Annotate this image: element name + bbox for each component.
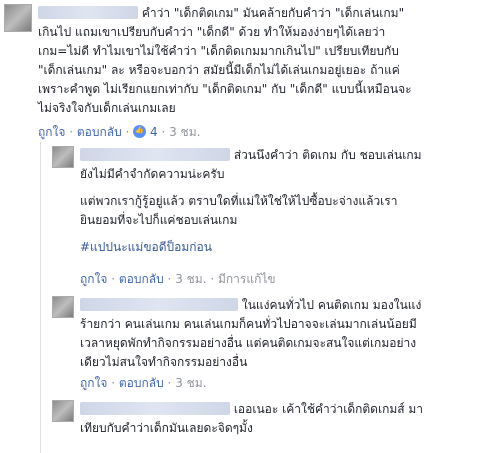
comment-line: เวลาหยุดพักทำกิจกรรมอย่างอื่น แต่คนติดเก… (80, 336, 417, 350)
thread-line (40, 142, 41, 453)
comment-line: เพราะคำพูด ไม่เรียกแยกเท่ากับ "เด็กติดเก… (38, 82, 412, 96)
comment-line: เกม=ไม่ดี ทำไมเขาไม่ใช้คำว่า "เด็กติดเกม… (38, 44, 399, 58)
comment-line: ยินยอมที่จะไปก็แค่ชอบเล่นเกม (80, 213, 238, 227)
reply-actions: ถูกใจ · ตอบกลับ · 3 ชม. (80, 376, 207, 390)
like-count[interactable]: 4 (150, 125, 158, 139)
like-button[interactable]: ถูกใจ (38, 125, 65, 139)
reply-1: ส่วนนึงคำว่า ติดเกม กับ ชอบเล่นเกม ยังไม… (80, 146, 422, 257)
comment-line: เดียวไม่สนใจทำกิจกรรมอย่างอื่น (80, 355, 248, 369)
edited-label[interactable]: มีการแก้ไข (218, 272, 276, 286)
comment-line: เกินไป แถมเขาเปรียบกับคำว่า "เด็กดี" ด้ว… (38, 25, 386, 39)
reply-button[interactable]: ตอบกลับ (119, 376, 164, 390)
avatar[interactable] (52, 400, 74, 422)
comment-line: แต่พวกเรากู้รู้อยู่แล้ว ตราบใดที่แม่ให้ใ… (80, 194, 398, 208)
reply-3: เออเนอะ เค้าใช้คำว่าเด็กติดเกมส์ มา เทีย… (80, 400, 423, 438)
like-icon[interactable] (133, 125, 147, 138)
like-button[interactable]: ถูกใจ (80, 376, 107, 390)
commenter-name[interactable] (80, 148, 230, 161)
like-button[interactable]: ถูกใจ (80, 272, 107, 286)
comment-line: เออเนอะ เค้าใช้คำว่าเด็กติดเกมส์ มา (233, 402, 424, 416)
avatar[interactable] (4, 4, 32, 32)
avatar[interactable] (52, 146, 74, 168)
comment-actions: ถูกใจ · ตอบกลับ · 4 · 3 ชม. (38, 123, 200, 142)
commenter-name[interactable] (80, 402, 230, 415)
comment-1: คำว่า "เด็กติดเกม" มันคล้ายกับคำว่า "เด็… (38, 4, 412, 118)
timestamp[interactable]: 3 ชม. (169, 125, 200, 139)
commenter-name[interactable] (38, 6, 138, 19)
hashtag[interactable]: #แปปนะแม่ขอดีป็อมก่อน (80, 238, 422, 257)
timestamp[interactable]: 3 ชม. (175, 272, 206, 286)
reply-button[interactable]: ตอบกลับ (119, 272, 164, 286)
comment-line: "เด็กเล่นเกม" ละ หรือจะบอกว่า สมัยนี้มีเ… (38, 63, 400, 77)
comment-line: เทียบกับคำว่าเด็กมันเลยดะจิดๆมั้ง (80, 421, 253, 435)
avatar[interactable] (52, 296, 74, 318)
timestamp[interactable]: 3 ชม. (175, 376, 206, 390)
comment-line (80, 230, 422, 238)
commenter-name[interactable] (80, 298, 238, 311)
comment-line (80, 184, 422, 192)
reply-button[interactable]: ตอบกลับ (77, 125, 122, 139)
reply-2: ในแง่คนทั่วไป คนติดเกม มองในแง่ ร้ายกว่า… (80, 296, 421, 372)
reply-actions: ถูกใจ · ตอบกลับ · 3 ชม. · มีการแก้ไข (80, 272, 276, 286)
comment-line: ไม่จริงใจกับเด็กเล่นเกมเลย (38, 101, 176, 115)
comment-line: คำว่า "เด็กติดเกม" มันคล้ายกับคำว่า "เด็… (141, 6, 405, 20)
comment-line: ร้ายกว่า คนเล่นเกม คนเล่นเกมก็คนทั่วไปอา… (80, 317, 417, 331)
comment-line: ยังไม่มีคำจำกัดความน่ะครับ (80, 167, 225, 181)
comment-line: ในแง่คนทั่วไป คนติดเกม มองในแง่ (241, 298, 422, 312)
comment-line: ส่วนนึงคำว่า ติดเกม กับ ชอบเล่นเกม (233, 148, 422, 162)
